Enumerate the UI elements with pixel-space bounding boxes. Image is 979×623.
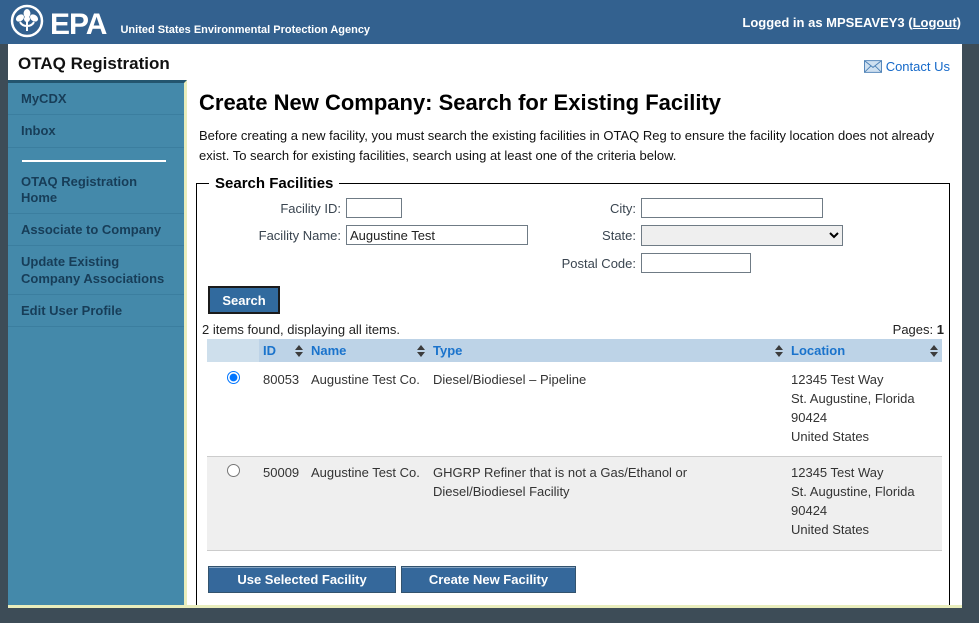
sidebar-item-update-existing-company-associations[interactable]: Update Existing Company Associations [8,246,184,295]
column-header-location[interactable]: Location [787,339,942,364]
top-header-bar: EPA United States Environmental Protecti… [0,0,979,44]
facility-type-cell: Diesel/Biodiesel – Pipeline [429,363,787,458]
location-line: 90424 [791,503,828,519]
facility-id-input[interactable] [346,198,402,218]
column-header-name[interactable]: Name [307,339,429,364]
sidebar-item-otaq-registration-home[interactable]: OTAQ Registration Home [8,166,184,214]
facility-name-cell: Augustine Test Co. [307,363,429,458]
location-line: 12345 Test Way [791,372,884,387]
epa-logo: EPA United States Environmental Protecti… [10,4,370,40]
facility-name-input[interactable] [346,225,528,245]
facility-location-cell: 12345 Test Way St. Augustine, Florida 90… [787,456,942,551]
page-number: 1 [936,322,944,337]
agency-name-text: United States Environmental Protection A… [120,24,371,36]
sort-icon[interactable] [930,344,938,357]
column-label-type[interactable]: Type [433,343,462,358]
page-title: Create New Company: Search for Existing … [199,90,722,115]
results-summary: 2 items found, displaying all items. [202,322,400,337]
epa-logo-text: EPA [50,8,107,41]
sidebar-item-associate-to-company[interactable]: Associate to Company [8,214,184,247]
column-label-name[interactable]: Name [311,343,346,358]
sidebar-nav: MyCDX Inbox OTAQ Registration Home Assoc… [8,80,187,605]
contact-us-label: Contact Us [885,59,950,74]
location-line: United States [791,428,870,444]
postal-code-input[interactable] [641,253,751,273]
logged-in-prefix: Logged in as MPSEAVEY3 ( [742,14,913,30]
search-button[interactable]: Search [208,286,280,314]
footer-bar [0,608,979,623]
facility-row-50009: 50009 Augustine Test Co. GHGRP Refiner t… [207,456,942,551]
app-title: OTAQ Registration [18,54,170,73]
location-line: 12345 Test Way [791,465,884,481]
column-header-type[interactable]: Type [429,339,787,364]
postal-code-label: Postal Code: [561,255,636,271]
sidebar-item-inbox[interactable]: Inbox [8,115,184,148]
facility-id-cell: 80053 [259,363,307,458]
location-line: St. Augustine, Florida [791,484,915,500]
facility-type-cell: GHGRP Refiner that is not a Gas/Ethanol … [429,456,787,551]
facility-results-table: ID Name Type Location 80053 Augustine Te… [207,339,942,551]
app-title-band: OTAQ Registration Contact Us [8,44,962,80]
sidebar-divider [22,159,166,162]
column-header-id[interactable]: ID [259,339,307,364]
facility-name-cell: Augustine Test Co. [307,456,429,551]
sort-icon[interactable] [417,344,425,357]
radio-column-header [207,339,259,364]
facility-id-label: Facility ID: [280,200,341,216]
facility-row-80053: 80053 Augustine Test Co. Diesel/Biodiese… [207,363,942,458]
column-label-id[interactable]: ID [263,343,276,358]
pagination: Pages: 1 [893,322,944,337]
sort-icon[interactable] [295,344,303,357]
facility-id-cell: 50009 [259,456,307,551]
logged-in-status: Logged in as MPSEAVEY3 (Logout) [742,15,961,30]
column-label-location[interactable]: Location [791,343,845,358]
intro-text: Before creating a new facility, you must… [199,128,935,163]
facility-name-label: Facility Name: [258,227,341,243]
facility-location-cell: 12345 Test Way St. Augustine, Florida 90… [787,363,942,458]
location-line: 90424 [791,409,828,425]
search-form: Facility ID: Facility Name: City: [201,198,945,280]
search-facilities-fieldset: Search Facilities Facility ID: Facility … [196,175,950,605]
sidebar-item-mycdx[interactable]: MyCDX [8,83,184,116]
epa-flower-icon [10,4,44,38]
contact-us-link[interactable]: Contact Us [863,59,950,74]
create-new-facility-button[interactable]: Create New Facility [401,565,576,593]
sort-icon[interactable] [775,344,783,357]
city-input[interactable] [641,198,823,218]
facility-radio-80053[interactable] [226,371,240,384]
body-row: MyCDX Inbox OTAQ Registration Home Assoc… [8,80,962,608]
logout-link[interactable]: Logout [913,15,957,30]
pages-label: Pages: [892,322,934,337]
use-selected-facility-button[interactable]: Use Selected Facility [208,565,396,593]
table-header-row: ID Name Type Location [207,339,942,364]
page: EPA United States Environmental Protecti… [0,0,979,623]
city-label: City: [610,200,636,216]
state-label: State: [602,228,636,243]
search-facilities-legend: Search Facilities [215,175,334,192]
facility-radio-50009[interactable] [226,464,240,478]
main-content: Create New Company: Search for Existing … [187,80,962,605]
envelope-icon [863,60,882,73]
logged-in-suffix: ) [956,14,961,30]
location-line: United States [791,521,870,537]
facility-actions: Use Selected Facility Create New Facilit… [208,565,945,593]
state-select[interactable] [641,225,843,246]
location-line: St. Augustine, Florida [791,390,915,406]
sidebar-item-edit-user-profile[interactable]: Edit User Profile [8,295,184,327]
results-summary-bar: 2 items found, displaying all items. Pag… [202,322,944,337]
